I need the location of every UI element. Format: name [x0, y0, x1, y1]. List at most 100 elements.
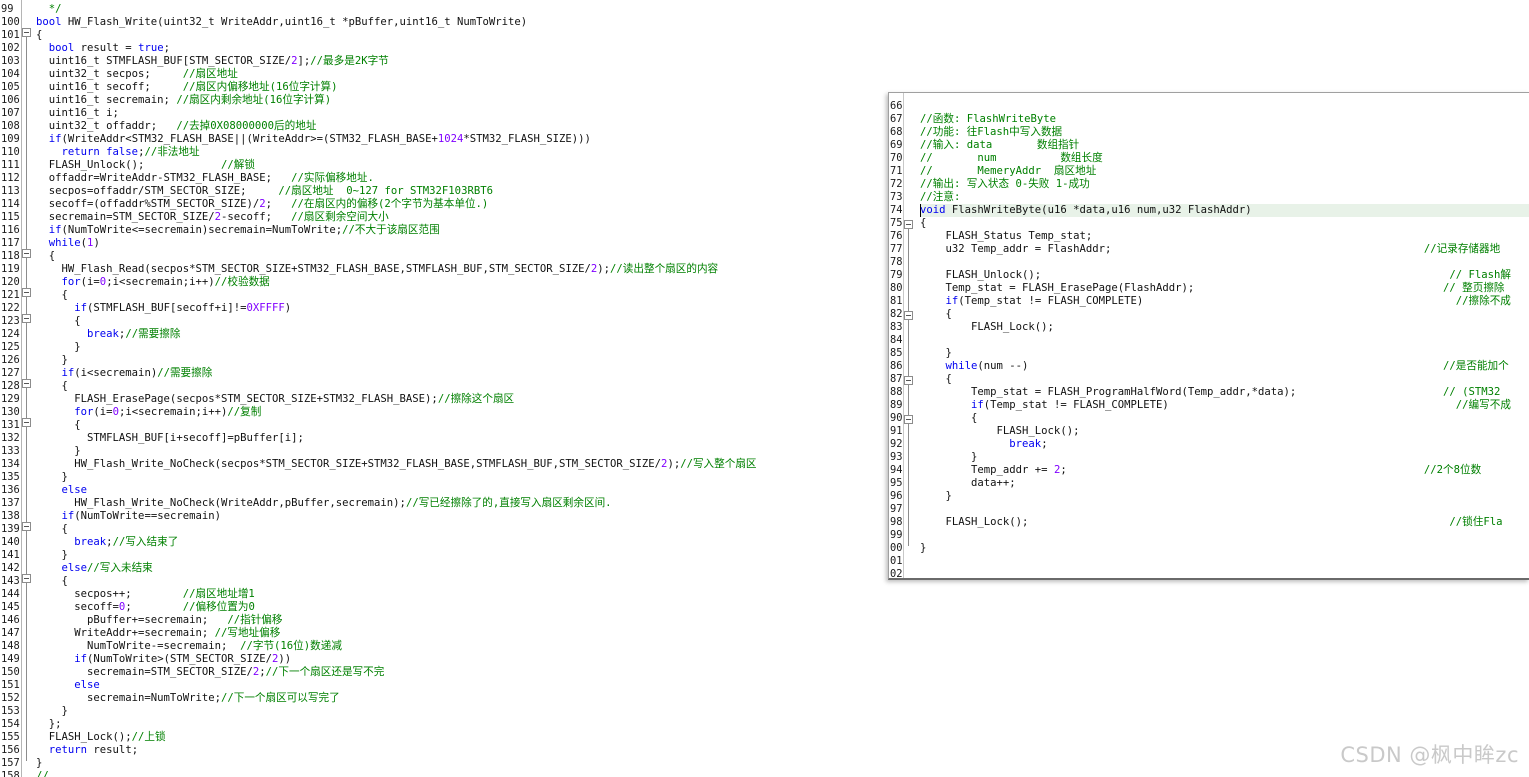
code-line[interactable]: 67 //函数: FlashWriteByte	[889, 113, 1529, 126]
code-line[interactable]: 78	[889, 256, 1529, 269]
code-line[interactable]: 70 // num 数组长度	[889, 152, 1529, 165]
code-line[interactable]: 101 {	[0, 29, 1529, 42]
code-line[interactable]: 155 FLASH_Lock();//上锁	[0, 731, 1529, 744]
code-line[interactable]: 00}	[889, 542, 1529, 555]
code-keyword: bool	[48, 42, 75, 54]
line-number: 94	[890, 464, 903, 476]
code-text: return false;//非法地址	[36, 146, 200, 159]
code-line[interactable]: 154 };	[0, 718, 1529, 731]
code-keyword: return false	[61, 146, 139, 158]
code-line[interactable]: 79 FLASH_Unlock(); // Flash解	[889, 269, 1529, 282]
code-line[interactable]: 85 }	[889, 347, 1529, 360]
code-token: )	[93, 237, 100, 249]
code-line[interactable]: 100 bool HW_Flash_Write(uint32_t WriteAdd…	[0, 16, 1529, 29]
code-line[interactable]: 93 }	[889, 451, 1529, 464]
code-line[interactable]: 151 else	[0, 679, 1529, 692]
line-number: 70	[890, 152, 903, 164]
code-line[interactable]: 73 //注意:	[889, 191, 1529, 204]
code-line[interactable]: 71 // MemeryAddr 扇区地址	[889, 165, 1529, 178]
code-line[interactable]: 102 bool result = true;	[0, 42, 1529, 55]
line-number: 137	[1, 497, 20, 509]
code-line[interactable]: 68 //功能: 往Flash中写入数据	[889, 126, 1529, 139]
code-line[interactable]: 02	[889, 568, 1529, 578]
line-number: 158	[1, 770, 20, 777]
code-line[interactable]: 72 //输出: 写入状态 0-失败 1-成功	[889, 178, 1529, 191]
code-text: HW_Flash_Write_NoCheck(WriteAddr,pBuffer…	[36, 497, 611, 510]
line-number: 130	[1, 406, 20, 418]
code-line[interactable]: 75 {	[889, 217, 1529, 230]
code-line[interactable]: 89 if(Temp_stat != FLASH_COMPLETE) //编写不…	[889, 399, 1529, 412]
line-number: 125	[1, 341, 20, 353]
line-number: 01	[890, 555, 903, 567]
code-line[interactable]: 90 {	[889, 412, 1529, 425]
code-line[interactable]: 95 data++;	[889, 477, 1529, 490]
code-comment: //功能: 往Flash中写入数据	[920, 126, 1063, 138]
line-number: 133	[1, 445, 20, 457]
right-code-editor[interactable]: 66 67 //函数: FlashWriteByte 68 //功能: 往Flash中写…	[888, 92, 1529, 580]
code-line[interactable]: 92 break;	[889, 438, 1529, 451]
code-line[interactable]: 149 if(NumToWrite>(STM_SECTOR_SIZE/2))	[0, 653, 1529, 666]
code-line[interactable]: 144 secpos++; //扇区地址增1	[0, 588, 1529, 601]
code-line[interactable]: 156 return result;	[0, 744, 1529, 757]
code-line[interactable]: 146 pBuffer+=secremain; //指针偏移	[0, 614, 1529, 627]
code-line[interactable]: 148 NumToWrite-=secremain; //字节(16位)数递减	[0, 640, 1529, 653]
code-line[interactable]: 96 }	[889, 490, 1529, 503]
code-comment: //扇区内剩余地址(16位字计算)	[176, 94, 332, 106]
code-text: };	[36, 718, 62, 731]
code-line[interactable]: 157}	[0, 757, 1529, 770]
line-number: 128	[1, 380, 20, 392]
line-number: 145	[1, 601, 20, 613]
code-token: HW_Flash_Write_NoCheck(secpos*STM_SECTOR…	[36, 458, 662, 470]
code-line[interactable]: 152 secremain=NumToWrite;//下一个扇区可以写完了	[0, 692, 1529, 705]
code-line[interactable]: 74 void FlashWriteByte(u16 *data,u16 num,…	[889, 204, 1529, 217]
code-token: }	[920, 490, 952, 502]
code-text: */	[36, 3, 62, 16]
code-token: pBuffer+=secremain;	[36, 614, 228, 626]
code-line[interactable]: 91 FLASH_Lock();	[889, 425, 1529, 438]
line-number: 92	[890, 438, 903, 450]
code-line[interactable]: 104 uint32_t secpos; //扇区地址	[0, 68, 1529, 81]
code-line[interactable]: 158 //	[0, 770, 1529, 777]
line-number: 108	[1, 120, 20, 132]
code-line[interactable]: 94 Temp_addr += 2; //2个8位数	[889, 464, 1529, 477]
code-line[interactable]: 83 FLASH_Lock();	[889, 321, 1529, 334]
code-line[interactable]: 82 {	[889, 308, 1529, 321]
code-line[interactable]: 99	[889, 529, 1529, 542]
code-line[interactable]: 97	[889, 503, 1529, 516]
line-number: 147	[1, 627, 20, 639]
code-token: secoff=	[36, 601, 119, 613]
code-line[interactable]: 66	[889, 100, 1529, 113]
code-line[interactable]: 80 Temp_stat = FLASH_ErasePage(FlashAddr…	[889, 282, 1529, 295]
code-keyword: for	[61, 276, 81, 288]
code-text: if(Temp_stat != FLASH_COMPLETE) //编写不成	[920, 399, 1511, 412]
code-line[interactable]: 77 u32 Temp_addr = FlashAddr; //记录存储器地	[889, 243, 1529, 256]
line-number: 85	[890, 347, 903, 359]
code-line[interactable]: 99 */	[0, 3, 1529, 16]
code-line[interactable]: 98 FLASH_Lock(); //锁住Fla	[889, 516, 1529, 529]
code-token: );	[667, 458, 681, 470]
code-keyword: for	[74, 406, 94, 418]
line-number: 88	[890, 386, 903, 398]
code-line[interactable]: 147 WriteAddr+=secremain; //写地址偏移	[0, 627, 1529, 640]
code-line[interactable]: 150 secremain=STM_SECTOR_SIZE/2;//下一个扇区还…	[0, 666, 1529, 679]
line-number: 143	[1, 575, 20, 587]
code-token: secremain=STM_SECTOR_SIZE/	[36, 666, 253, 678]
code-line[interactable]: 76 FLASH_Status Temp_stat;	[889, 230, 1529, 243]
code-line[interactable]: 86 while(num --) //是否能加个	[889, 360, 1529, 373]
code-text: {	[920, 308, 952, 321]
code-line[interactable]: 87 {	[889, 373, 1529, 386]
code-line[interactable]: 69 //输入: data 数组指针	[889, 139, 1529, 152]
code-line[interactable]: 103 uint16_t STMFLASH_BUF[STM_SECTOR_SIZ…	[0, 55, 1529, 68]
code-token: Temp_stat = FLASH_ProgramHalfWord(Temp_a…	[920, 386, 1443, 398]
code-token: };	[36, 718, 62, 730]
code-line[interactable]: 153 }	[0, 705, 1529, 718]
code-line[interactable]: 81 if(Temp_stat != FLASH_COMPLETE) //擦除不…	[889, 295, 1529, 308]
code-text: }	[36, 471, 68, 484]
code-line[interactable]: 88 Temp_stat = FLASH_ProgramHalfWord(Tem…	[889, 386, 1529, 399]
code-line[interactable]: 01	[889, 555, 1529, 568]
code-line[interactable]: 84	[889, 334, 1529, 347]
code-comment: //写地址偏移	[214, 627, 281, 639]
code-line[interactable]: 145 secoff=0; //偏移位置为0	[0, 601, 1529, 614]
